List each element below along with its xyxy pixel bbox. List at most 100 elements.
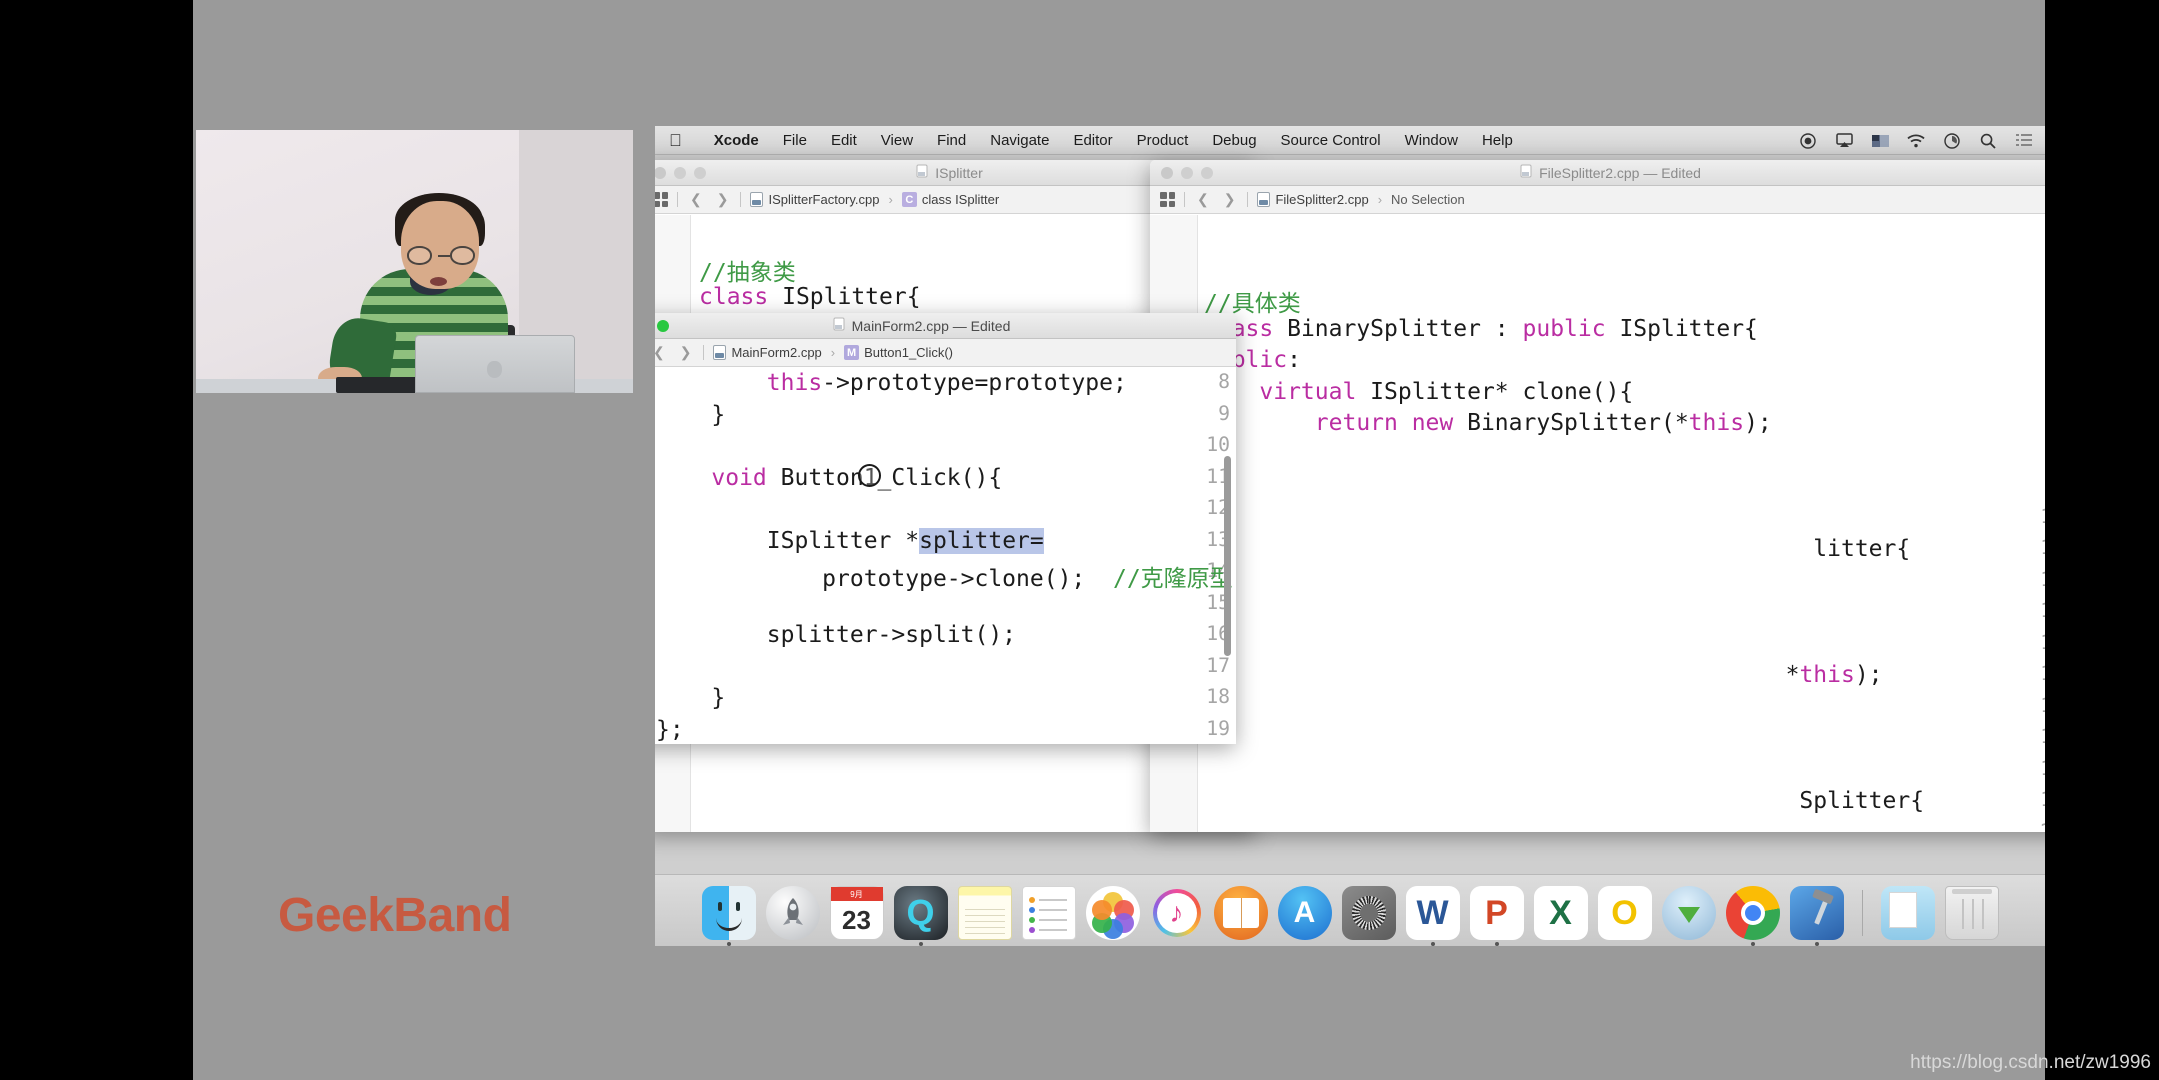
- apple-menu-icon[interactable]: : [669, 132, 682, 149]
- dock-item-photos[interactable]: [1086, 886, 1140, 940]
- float-code-editor[interactable]: 8 this->prototype=prototype;9 }1011 void…: [655, 368, 1236, 744]
- back-button[interactable]: ❮: [655, 344, 668, 361]
- zoom-button[interactable]: [1201, 167, 1213, 179]
- time-machine-icon[interactable]: [1943, 132, 1961, 150]
- input-source-icon[interactable]: [1871, 132, 1889, 150]
- close-button[interactable]: [1161, 167, 1173, 179]
- close-button[interactable]: [655, 167, 666, 179]
- dock-item-trash[interactable]: [1945, 886, 1999, 940]
- breadcrumb-file[interactable]: MainForm2.cpp: [713, 345, 821, 360]
- code-line[interactable]: class BinarySplitter : public ISplitter{: [1204, 316, 1758, 342]
- dock-item-reminders[interactable]: [1022, 886, 1076, 940]
- menu-item-help[interactable]: Help: [1470, 132, 1525, 149]
- dock-item-ibooks[interactable]: [1214, 886, 1268, 940]
- code-line[interactable]: prototype->clone(); //克隆原型: [656, 559, 1233, 593]
- editor-layout-icon[interactable]: [1160, 192, 1175, 207]
- minimize-button[interactable]: [1181, 167, 1193, 179]
- code-line[interactable]: }: [656, 402, 725, 428]
- dock-item-documents-stack[interactable]: [1881, 886, 1935, 940]
- dock-item-app-store[interactable]: A: [1278, 886, 1332, 940]
- right-code-editor[interactable]: 123//具体类4class BinarySplitter : public I…: [1150, 215, 2045, 832]
- breadcrumb-symbol[interactable]: M Button1_Click(): [844, 345, 953, 360]
- dock-item-xunlei[interactable]: [1662, 886, 1716, 940]
- left-window-title-label: ISplitter: [935, 165, 982, 181]
- forward-button[interactable]: ❯: [1221, 191, 1239, 208]
- back-button[interactable]: ❮: [687, 191, 705, 208]
- right-window-jumpbar[interactable]: ❮ ❯ FileSplitter2.cpp › No Selection: [1150, 186, 2045, 214]
- menu-item-find[interactable]: Find: [925, 132, 978, 149]
- airplay-icon[interactable]: [1835, 132, 1853, 150]
- divider: [1247, 192, 1248, 207]
- dock-item-xcode[interactable]: [1790, 886, 1844, 940]
- dock-item-notes[interactable]: [958, 886, 1012, 940]
- minimize-button[interactable]: [674, 167, 686, 179]
- code-line[interactable]: *this);: [1204, 662, 1883, 688]
- float-window-titlebar[interactable]: MainForm2.cpp — Edited: [655, 313, 1236, 339]
- dock-item-launchpad[interactable]: [766, 886, 820, 940]
- menu-item-view[interactable]: View: [869, 132, 925, 149]
- dock-item-quicktime[interactable]: Q: [894, 886, 948, 940]
- breadcrumb-symbol[interactable]: C class ISplitter: [902, 192, 999, 207]
- wifi-icon[interactable]: [1907, 132, 1925, 150]
- zoom-button[interactable]: [657, 320, 669, 332]
- rocket-icon: [778, 897, 808, 929]
- record-icon[interactable]: [1799, 132, 1817, 150]
- code-line[interactable]: //抽象类: [699, 253, 796, 287]
- divider: [703, 345, 704, 360]
- code-line[interactable]: class ISplitter{: [699, 284, 921, 310]
- code-line[interactable]: };: [656, 717, 684, 743]
- forward-button[interactable]: ❯: [677, 344, 695, 361]
- dock-item-google-chrome[interactable]: [1726, 886, 1780, 940]
- xcode-window-filesplitter2[interactable]: FileSplitter2.cpp — Edited ❮ ❯ FileSplit…: [1150, 160, 2045, 832]
- search-icon[interactable]: [1979, 132, 1997, 150]
- code-line[interactable]: litter{: [1204, 536, 1910, 562]
- code-line[interactable]: virtual ISplitter* clone(){: [1204, 379, 1633, 405]
- code-line[interactable]: return new BinarySplitter(*this);: [1204, 410, 1772, 436]
- notification-center-icon[interactable]: [2015, 132, 2033, 150]
- dock-item-microsoft-word[interactable]: W: [1406, 886, 1460, 940]
- code-line[interactable]: void Button1_Click(){: [656, 465, 1002, 491]
- divider: [740, 192, 741, 207]
- dock[interactable]: 9月 23 Q: [655, 874, 2045, 946]
- breadcrumb-file[interactable]: FileSplitter2.cpp: [1257, 192, 1368, 207]
- code-line[interactable]: splitter->split();: [656, 622, 1016, 648]
- menu-item-debug[interactable]: Debug: [1200, 132, 1268, 149]
- line-number: 18: [2024, 757, 2045, 780]
- vertical-scrollbar[interactable]: [1224, 456, 1231, 656]
- back-button[interactable]: ❮: [1194, 191, 1212, 208]
- menu-item-file[interactable]: File: [771, 132, 819, 149]
- dock-item-microsoft-outlook[interactable]: O: [1598, 886, 1652, 940]
- right-window-titlebar[interactable]: FileSplitter2.cpp — Edited: [1150, 160, 2045, 186]
- editor-layout-icon[interactable]: [655, 192, 668, 207]
- glasses-bridge: [438, 255, 450, 257]
- dock-item-microsoft-powerpoint[interactable]: P: [1470, 886, 1524, 940]
- menu-item-product[interactable]: Product: [1125, 132, 1201, 149]
- float-window-jumpbar[interactable]: ❮ ❯ MainForm2.cpp › M Button1_Click(): [655, 339, 1236, 367]
- menu-item-editor[interactable]: Editor: [1061, 132, 1124, 149]
- download-arrow-icon: [1678, 907, 1700, 923]
- dock-item-microsoft-excel[interactable]: X: [1534, 886, 1588, 940]
- menu-item-navigate[interactable]: Navigate: [978, 132, 1061, 149]
- outlook-glyph: O: [1598, 886, 1652, 940]
- glasses-right-lens: [450, 246, 475, 265]
- code-line[interactable]: this->prototype=prototype;: [656, 370, 1127, 396]
- zoom-button[interactable]: [694, 167, 706, 179]
- dock-item-itunes[interactable]: ♪: [1150, 886, 1204, 940]
- menu-item-window[interactable]: Window: [1393, 132, 1470, 149]
- line-number: 19: [2024, 788, 2045, 811]
- menu-item-edit[interactable]: Edit: [819, 132, 869, 149]
- breadcrumb-file[interactable]: ISplitterFactory.cpp: [750, 192, 879, 207]
- right-window-traffic-lights[interactable]: [1150, 167, 1213, 179]
- float-window-traffic-lights[interactable]: [655, 320, 669, 332]
- left-window-traffic-lights[interactable]: [655, 167, 706, 179]
- forward-button[interactable]: ❯: [714, 191, 732, 208]
- code-line[interactable]: }: [656, 685, 725, 711]
- dock-item-calendar[interactable]: 9月 23: [830, 886, 884, 940]
- code-line[interactable]: ISplitter *splitter=: [656, 528, 1044, 554]
- code-line[interactable]: Splitter{: [1204, 788, 1924, 814]
- dock-item-finder[interactable]: [702, 886, 756, 940]
- menu-item-xcode[interactable]: Xcode: [702, 132, 771, 149]
- menu-item-source-control[interactable]: Source Control: [1269, 132, 1393, 149]
- xcode-window-mainform2[interactable]: MainForm2.cpp — Edited ❮ ❯ MainForm2.cpp…: [655, 313, 1236, 744]
- dock-item-system-preferences[interactable]: [1342, 886, 1396, 940]
